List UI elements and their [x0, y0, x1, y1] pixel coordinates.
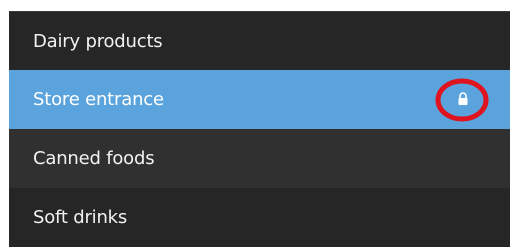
list-item-label: Store entrance [33, 89, 164, 110]
view-list-panel: Dairy products Store entrance Canned foo… [9, 11, 510, 247]
list-item-store-entrance[interactable]: Store entrance [9, 70, 510, 129]
list-item-canned-foods[interactable]: Canned foods [9, 129, 510, 188]
lock-indicator[interactable] [433, 77, 493, 125]
list-item-soft-drinks[interactable]: Soft drinks [9, 188, 510, 247]
view-list: Dairy products Store entrance Canned foo… [9, 11, 510, 247]
list-item-label: Dairy products [33, 30, 163, 52]
list-item-dairy-products[interactable]: Dairy products [9, 11, 510, 70]
list-item-label: Canned foods [33, 148, 155, 169]
list-item-label: Soft drinks [33, 207, 128, 228]
lock-icon [458, 92, 468, 105]
